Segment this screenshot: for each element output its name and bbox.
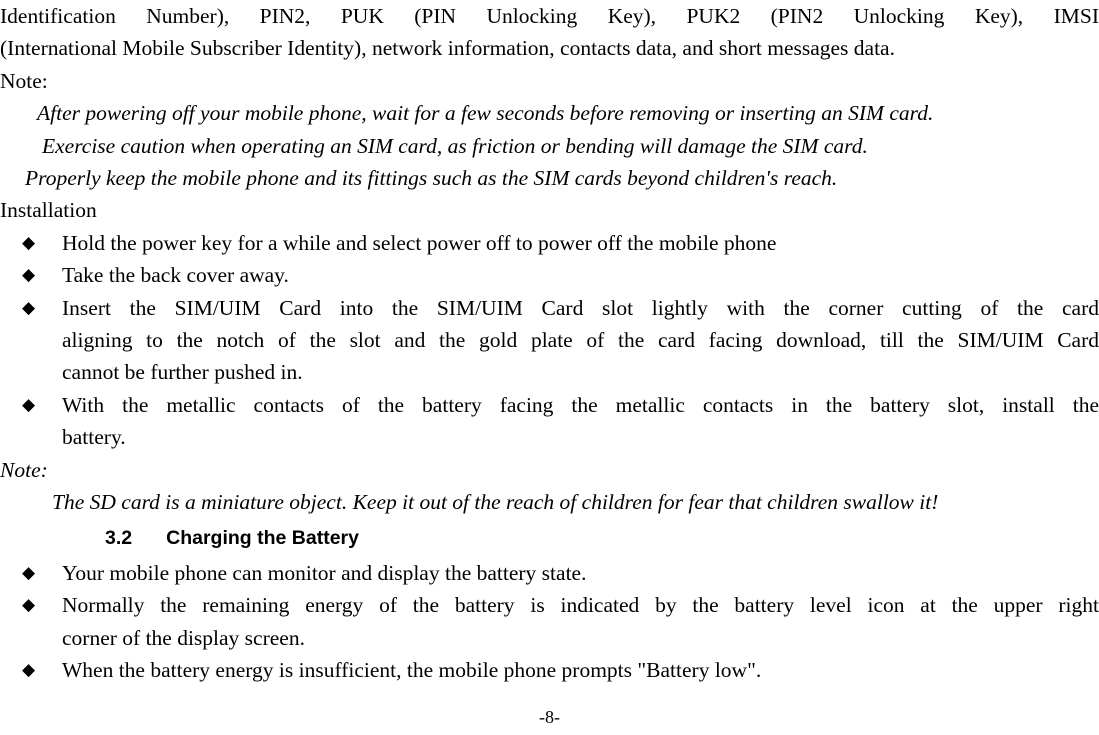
list-item-line: When the battery energy is insufficient,… <box>62 658 762 683</box>
list-item-line: Your mobile phone can monitor and displa… <box>62 560 587 585</box>
note-one-line-2: Exercise caution when operating an SIM c… <box>42 133 868 158</box>
list-item-line: battery. <box>62 425 126 450</box>
list-item-line: corner of the display screen. <box>62 625 305 650</box>
list-item-line: Take the back cover away. <box>62 263 289 288</box>
diamond-bullet-icon: ◆ <box>22 265 36 286</box>
list-item: ◆ Your mobile phone can monitor and disp… <box>0 557 1099 589</box>
note-one-line-1: After powering off your mobile phone, wa… <box>37 101 934 126</box>
note-one-label: Note: <box>0 68 48 93</box>
note-two-line-1: The SD card is a miniature object. Keep … <box>52 490 939 515</box>
paragraph-line: Identification Number), PIN2, PUK (PIN U… <box>0 4 1099 28</box>
diamond-bullet-icon: ◆ <box>22 394 36 415</box>
note-one-line-3: Properly keep the mobile phone and its f… <box>25 166 838 191</box>
list-item-line: With the metallic contacts of the batter… <box>62 392 1099 417</box>
page-number: -8- <box>539 707 560 727</box>
diamond-bullet-icon: ◆ <box>22 232 36 253</box>
section-heading: 3.2 Charging the Battery <box>0 522 1099 554</box>
diamond-bullet-icon: ◆ <box>22 297 36 318</box>
list-item: ◆ Take the back cover away. <box>0 259 1099 291</box>
page-content: Identification Number), PIN2, PUK (PIN U… <box>0 0 1099 687</box>
paragraph-sim-card-info: Identification Number), PIN2, PUK (PIN U… <box>0 0 1099 65</box>
diamond-bullet-icon: ◆ <box>22 660 36 681</box>
list-item-line: Normally the remaining energy of the bat… <box>62 593 1099 618</box>
diamond-bullet-icon: ◆ <box>22 562 36 583</box>
section-title: Charging the Battery <box>166 526 359 549</box>
list-item-line: aligning to the notch of the slot and th… <box>62 328 1099 353</box>
list-item-line: Insert the SIM/UIM Card into the SIM/UIM… <box>62 295 1099 320</box>
note-two-label: Note: <box>0 457 48 482</box>
paragraph-line: (International Mobile Subscriber Identit… <box>0 36 895 61</box>
list-item: ◆ Normally the remaining energy of the b… <box>0 589 1099 654</box>
list-item-line: Hold the power key for a while and selec… <box>62 230 777 255</box>
installation-label: Installation <box>0 198 97 223</box>
list-item: ◆ When the battery energy is insufficien… <box>0 654 1099 686</box>
manual-page: Identification Number), PIN2, PUK (PIN U… <box>0 0 1099 735</box>
list-item-line: cannot be further pushed in. <box>62 360 303 385</box>
diamond-bullet-icon: ◆ <box>22 595 36 616</box>
list-item: ◆ Hold the power key for a while and sel… <box>0 227 1099 259</box>
list-item: ◆ With the metallic contacts of the batt… <box>0 389 1099 454</box>
section-number: 3.2 <box>105 526 133 549</box>
list-item: ◆ Insert the SIM/UIM Card into the SIM/U… <box>0 292 1099 389</box>
